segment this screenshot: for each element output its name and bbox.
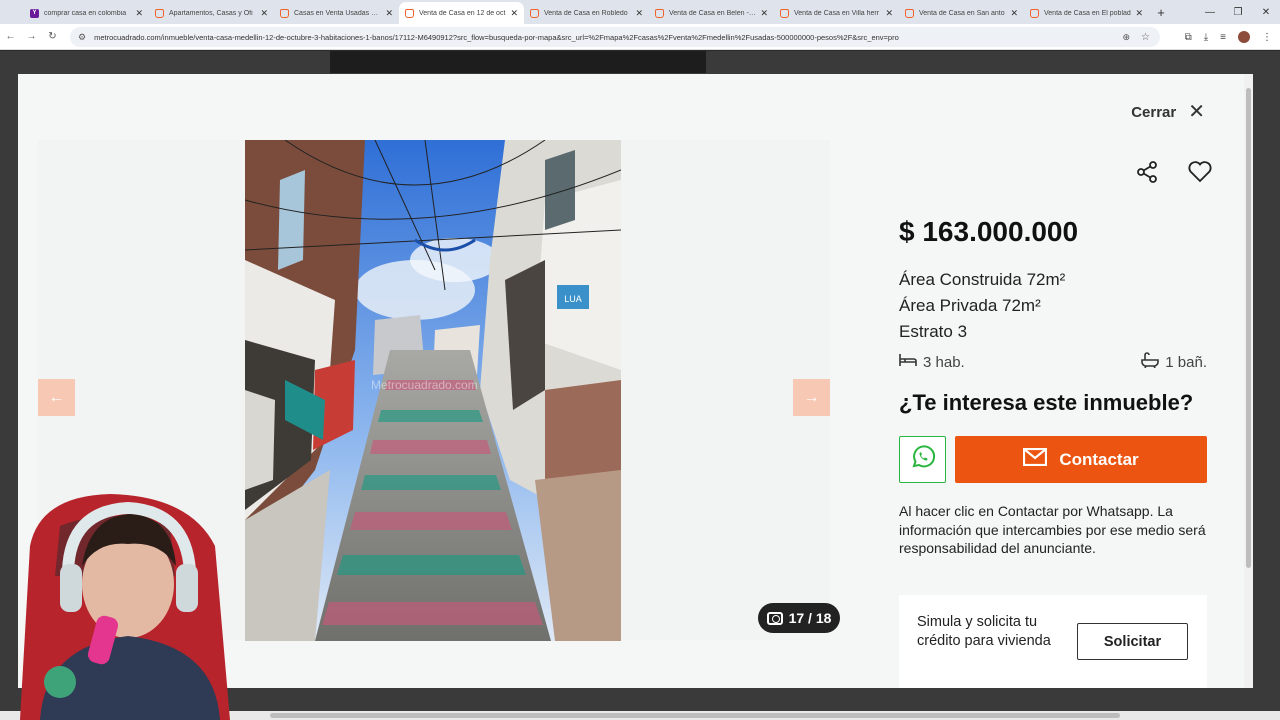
tab-label: Venta de Casa en Robledo <box>544 9 628 17</box>
bathtub-icon <box>1141 352 1160 372</box>
bed-icon <box>899 353 917 371</box>
download-icon[interactable]: ⤓ <box>1204 32 1208 43</box>
interest-heading: ¿Te interesa este inmueble? <box>899 390 1194 415</box>
arrow-right-icon: → <box>803 388 820 406</box>
metrocuadrado-favicon-icon <box>405 8 414 18</box>
browser-tab[interactable]: Venta de Casa en San anto ✕ <box>899 2 1024 24</box>
photo-counter: 17 / 18 <box>758 603 840 633</box>
arrow-left-icon: ← <box>48 388 65 406</box>
close-label: Cerrar <box>1131 103 1177 121</box>
url-text: metrocuadrado.com/inmueble/venta-casa-me… <box>94 32 899 42</box>
close-window-icon[interactable]: ✕ <box>1252 7 1280 18</box>
tab-close-icon[interactable]: ✕ <box>885 8 893 19</box>
rooms-row: 3 hab. 1 bañ. <box>899 352 1207 372</box>
previous-photo-button[interactable]: ← <box>38 379 75 416</box>
tab-label: Apartamentos, Casas y Ofi <box>169 9 253 17</box>
next-photo-button[interactable]: → <box>793 379 830 416</box>
metrocuadrado-favicon-icon <box>905 8 914 18</box>
metrocuadrado-favicon-icon <box>280 8 289 18</box>
metrocuadrado-favicon-icon <box>1030 8 1039 18</box>
favorite-heart-icon[interactable] <box>1187 160 1213 189</box>
address-bar-row: ← → ↻ ⚙ metrocuadrado.com/inmueble/venta… <box>0 24 1280 50</box>
tab-close-icon[interactable]: ✕ <box>760 8 768 19</box>
tab-label: Venta de Casa en Villa herr <box>794 9 880 17</box>
minimize-icon[interactable]: — <box>1196 7 1224 18</box>
tab-label: Venta de Casa en El poblad <box>1044 9 1131 17</box>
browser-tab-bar: Ycomprar casa en colombia ✕ Apartamentos, … <box>0 0 1280 24</box>
reload-icon[interactable]: ↻ <box>42 31 63 42</box>
reading-list-icon[interactable]: ≡ <box>1220 32 1226 43</box>
credit-box: Simula y solicita tu crédito para vivien… <box>899 595 1207 688</box>
contact-label: Contactar <box>1059 449 1139 469</box>
estrato: Estrato 3 <box>899 322 968 341</box>
tab-close-icon[interactable]: ✕ <box>510 8 518 19</box>
baths-count: 1 bañ. <box>1165 353 1207 371</box>
forward-icon[interactable]: → <box>21 31 42 42</box>
area-private: Área Privada 72m² <box>899 296 1041 315</box>
camera-icon <box>766 611 783 625</box>
tab-label: comprar casa en colombia <box>44 9 127 17</box>
photo-counter-text: 17 / 18 <box>788 610 832 626</box>
site-settings-icon[interactable]: ⚙ <box>78 32 86 43</box>
restore-icon[interactable]: ❐ <box>1224 7 1252 18</box>
listing-price: $ 163.000.000 <box>899 216 1079 247</box>
bookmark-star-icon[interactable]: ☆ <box>1141 32 1150 43</box>
new-tab-button[interactable]: + <box>1149 5 1173 20</box>
svg-text:LUA: LUA <box>564 294 582 304</box>
close-button[interactable]: Cerrar ✕ <box>1131 102 1205 122</box>
metrocuadrado-favicon-icon <box>655 8 664 18</box>
browser-tab[interactable]: Venta de Casa en Villa herr ✕ <box>774 2 899 24</box>
browser-tab[interactable]: Apartamentos, Casas y Ofi ✕ <box>149 2 274 24</box>
tab-close-icon[interactable]: ✕ <box>1010 8 1018 19</box>
metrocuadrado-favicon-icon <box>155 8 164 18</box>
metrocuadrado-favicon-icon <box>780 8 789 18</box>
share-icon[interactable] <box>1135 160 1159 189</box>
tab-label: Venta de Casa en San anto <box>919 9 1005 17</box>
browser-tab[interactable]: Ycomprar casa en colombia ✕ <box>24 2 149 24</box>
solicitar-button[interactable]: Solicitar <box>1077 623 1188 660</box>
menu-icon[interactable]: ⋮ <box>1262 32 1272 43</box>
browser-tab[interactable]: Casas en Venta Usadas 500 ✕ <box>274 2 399 24</box>
contact-disclaimer: Al hacer clic en Contactar por Whatsapp.… <box>899 503 1206 556</box>
browser-tab[interactable]: Venta de Casa en Robledo ✕ <box>524 2 649 24</box>
close-icon[interactable]: ✕ <box>1188 102 1205 122</box>
area-built: Área Construida 72m² <box>899 270 1066 289</box>
tab-label: Venta de Casa en Belen - M <box>669 9 757 17</box>
whatsapp-icon <box>910 444 936 475</box>
browser-tab[interactable]: Venta de Casa en El poblad ✕ <box>1024 2 1149 24</box>
browser-tab[interactable]: Venta de Casa en Belen - M ✕ <box>649 2 774 24</box>
tab-label: Casas en Venta Usadas 500 <box>294 9 382 17</box>
credit-text: Simula y solicita tu crédito para vivien… <box>917 614 1051 649</box>
back-icon[interactable]: ← <box>0 31 21 42</box>
vertical-scrollbar[interactable] <box>1244 74 1253 688</box>
window-controls: — ❐ ✕ <box>1196 0 1280 24</box>
webcam-overlay <box>0 486 272 720</box>
profile-avatar[interactable] <box>1238 31 1250 43</box>
background-image-strip <box>330 51 706 73</box>
property-photo[interactable]: LUA Metrocuadrado.com <box>245 140 621 641</box>
rooms-count: 3 hab. <box>923 353 965 371</box>
tab-close-icon[interactable]: ✕ <box>260 8 268 19</box>
zoom-icon[interactable]: ⊕ <box>1122 32 1130 43</box>
listing-panel: $ 163.000.000 Área Construida 72m² Área … <box>883 140 1221 688</box>
yahoo-favicon-icon: Y <box>30 8 39 18</box>
extensions-icon[interactable]: ⧉ <box>1185 32 1192 43</box>
tab-label: Venta de Casa en 12 de oct <box>419 9 506 17</box>
browser-tab[interactable]: Venta de Casa en 12 de oct ✕ <box>399 2 524 24</box>
tab-close-icon[interactable]: ✕ <box>635 8 643 19</box>
whatsapp-button[interactable] <box>899 436 946 483</box>
mail-icon <box>1023 447 1048 471</box>
contact-button[interactable]: Contactar <box>955 436 1207 483</box>
tab-close-icon[interactable]: ✕ <box>1135 8 1143 19</box>
tab-close-icon[interactable]: ✕ <box>385 8 393 19</box>
photo-watermark: Metrocuadrado.com <box>371 378 478 392</box>
metrocuadrado-favicon-icon <box>530 8 539 18</box>
tab-close-icon[interactable]: ✕ <box>135 8 143 19</box>
url-field[interactable]: ⚙ metrocuadrado.com/inmueble/venta-casa-… <box>70 27 1160 47</box>
